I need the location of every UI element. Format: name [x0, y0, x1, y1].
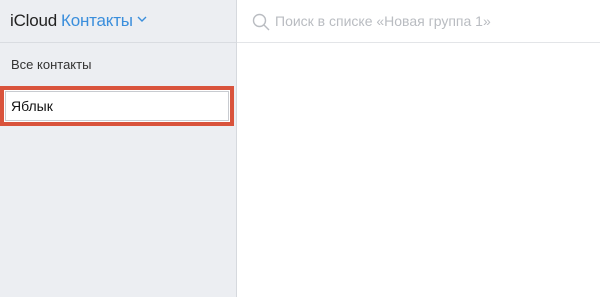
sidebar: iCloud Контакты Все контакты: [0, 0, 237, 297]
group-name-input[interactable]: [5, 91, 229, 121]
search-icon: [252, 13, 270, 31]
rename-highlight-frame: [0, 86, 234, 126]
contact-list: [237, 43, 600, 297]
main-panel: [237, 0, 600, 297]
chevron-down-icon: [137, 16, 147, 22]
section-switcher[interactable]: Контакты: [61, 11, 147, 30]
section-name: Контакты: [61, 11, 133, 30]
app-brand: iCloud Контакты: [10, 11, 147, 31]
brand-name: iCloud: [10, 11, 57, 30]
search-input[interactable]: [275, 10, 595, 32]
group-all-contacts[interactable]: Все контакты: [11, 57, 91, 72]
sidebar-header: iCloud Контакты: [0, 0, 236, 43]
main-header: [237, 0, 600, 43]
